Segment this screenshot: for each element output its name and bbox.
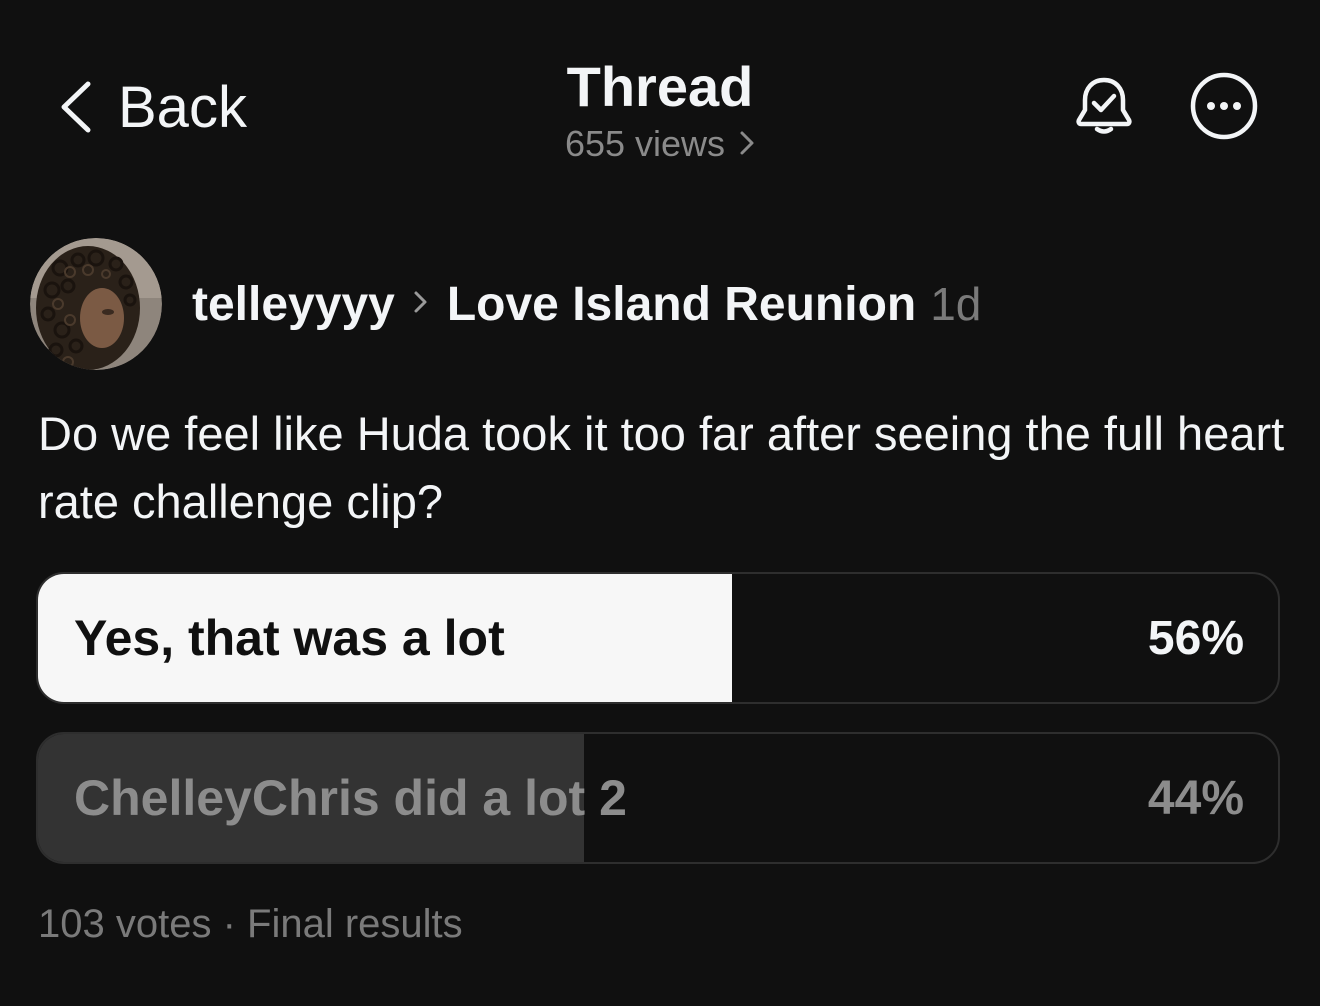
poll-option-label: Yes, that was a lot xyxy=(74,610,505,666)
notification-bell-button[interactable] xyxy=(1068,72,1140,144)
author-username[interactable]: telleyyyy xyxy=(192,277,395,332)
avatar[interactable] xyxy=(30,238,162,370)
page-title: Thread xyxy=(566,55,754,118)
poll-footer: 103 votes · Final results xyxy=(38,902,463,947)
views-link[interactable]: 655 views xyxy=(565,122,755,166)
poll-option-percent: 56% xyxy=(1147,611,1244,665)
poll-footer-dot: · xyxy=(222,902,236,946)
poll-option-label: ChelleyChris did a lot 2 xyxy=(74,770,627,826)
more-options-button[interactable] xyxy=(1188,72,1260,144)
bell-check-icon xyxy=(1072,74,1136,143)
poll-option-yes[interactable]: Yes, that was a lot 56% xyxy=(36,572,1280,704)
chevron-right-icon xyxy=(739,122,755,166)
back-button[interactable]: Back xyxy=(58,72,247,142)
poll-option-chelleychris[interactable]: ChelleyChris did a lot 2 44% xyxy=(36,732,1280,864)
poll-vote-count: 103 votes xyxy=(38,902,212,946)
post-meta: telleyyyy Love Island Reunion 1d xyxy=(192,272,981,336)
back-label: Back xyxy=(118,74,247,140)
post-timestamp: 1d xyxy=(930,278,982,330)
community-link[interactable]: Love Island Reunion xyxy=(447,277,916,332)
more-horizontal-icon xyxy=(1189,71,1259,146)
poll-status: Final results xyxy=(247,902,463,946)
header-center: Thread 655 views xyxy=(460,54,860,166)
chevron-left-icon xyxy=(58,80,92,134)
post-text: Do we feel like Huda took it too far aft… xyxy=(38,407,1285,528)
chevron-right-icon xyxy=(413,289,429,320)
poll-option-percent: 44% xyxy=(1147,771,1244,825)
views-count: 655 views xyxy=(564,123,726,164)
